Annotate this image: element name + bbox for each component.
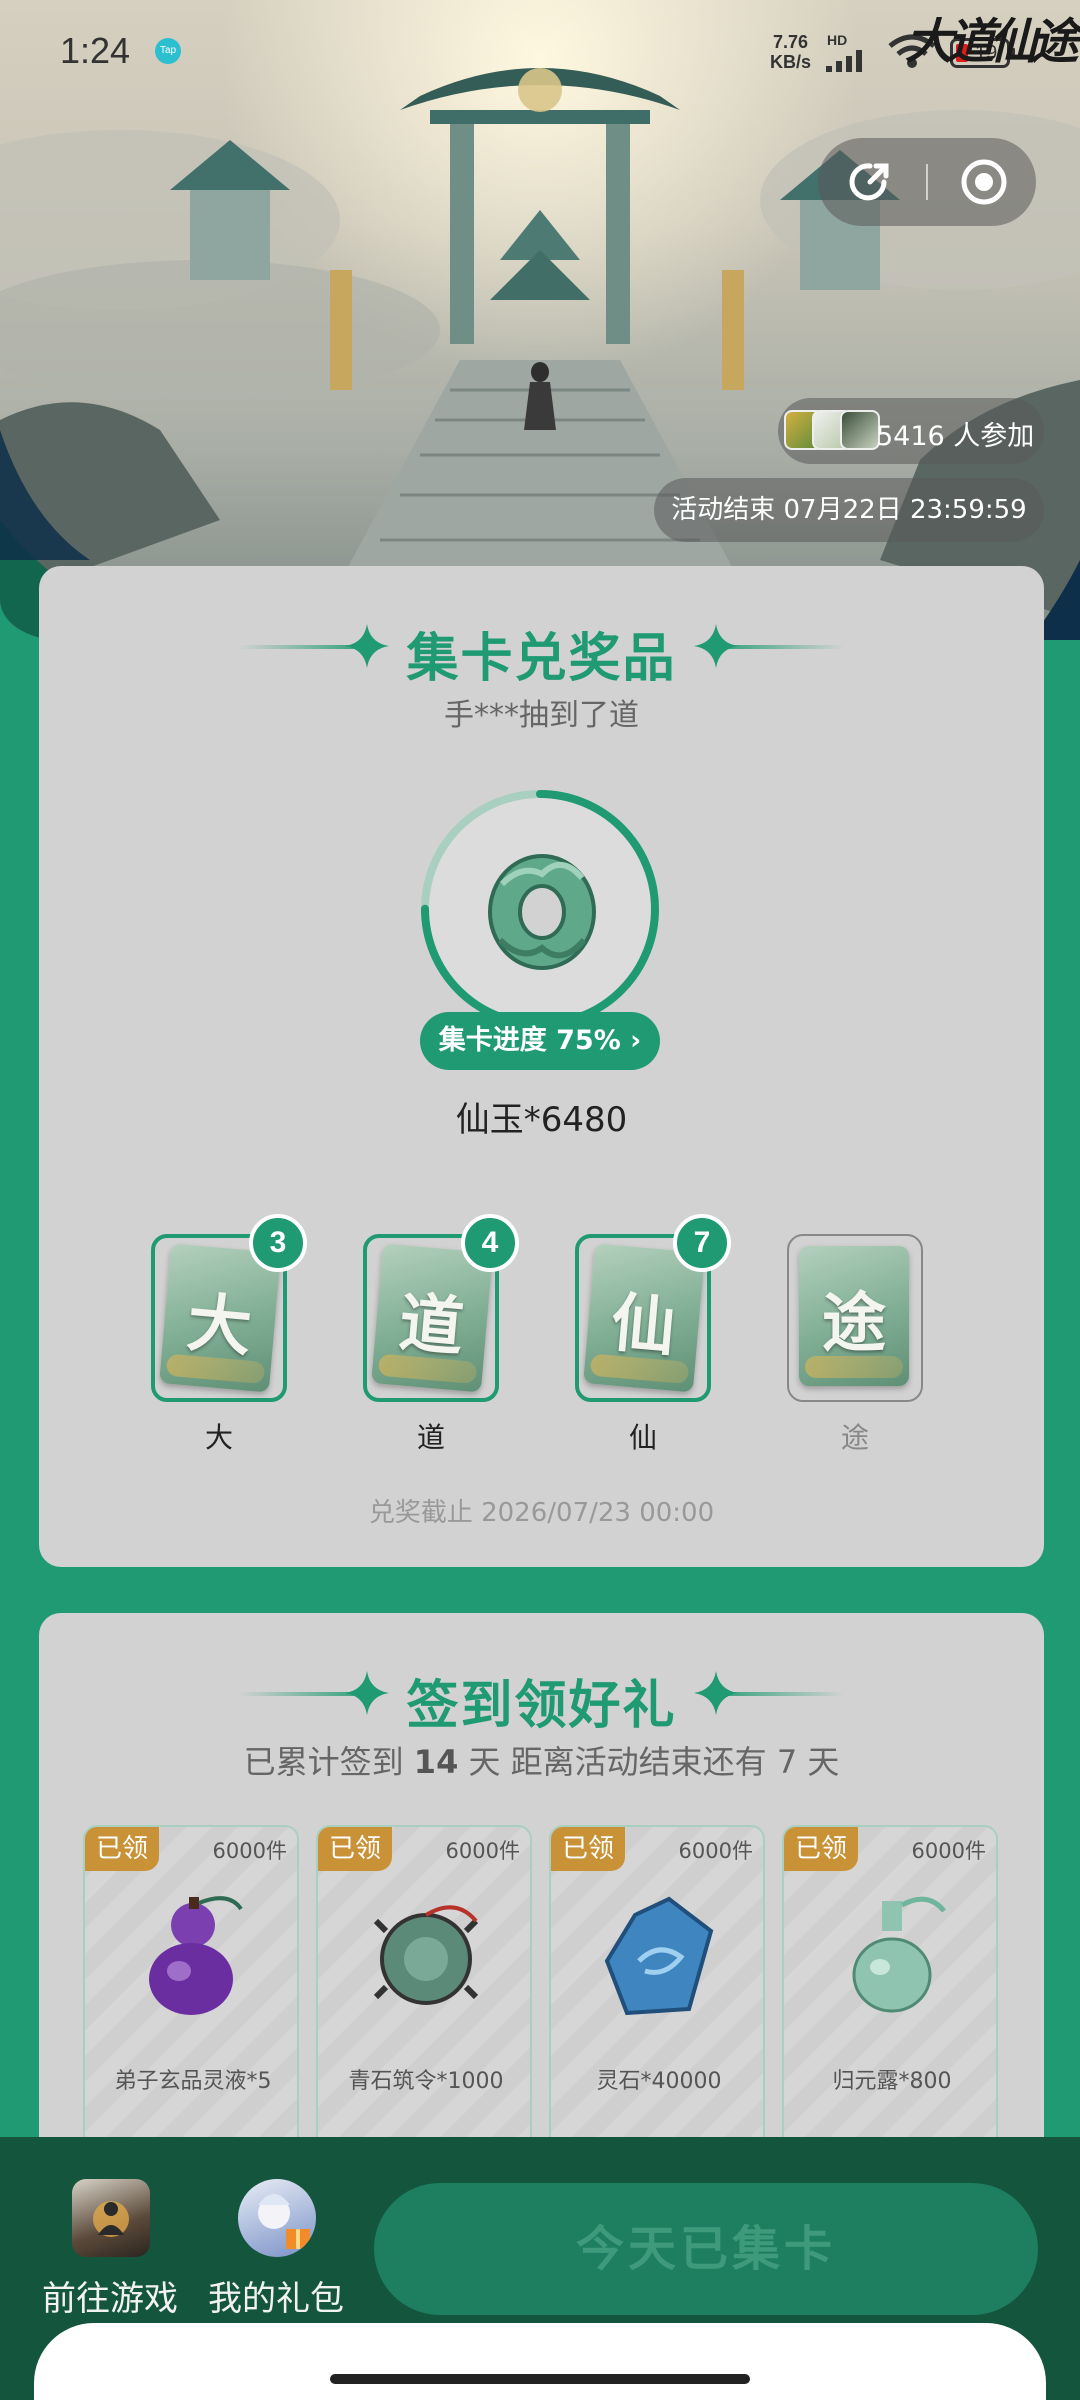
- card-count-badge: 7: [673, 1214, 731, 1272]
- word-card-xian[interactable]: 仙 7: [575, 1214, 731, 1402]
- signin-summary: 已累计签到 14 天 距离活动结束还有 7 天: [39, 1737, 1044, 1783]
- tap-app-icon: Tap: [155, 38, 181, 64]
- game-logo: 大道仙途: [905, 14, 1079, 70]
- word-card-label: 仙: [628, 1421, 657, 1454]
- gift-box-icon: [258, 2194, 310, 2249]
- go-to-game-button[interactable]: 前往游戏: [30, 2179, 190, 2329]
- claimed-tag: 已领: [784, 1827, 858, 1871]
- go-to-game-label: 前往游戏: [42, 2279, 178, 2319]
- reward-stock: 6000件: [678, 1839, 753, 1863]
- my-gift-button[interactable]: 我的礼包: [196, 2179, 356, 2329]
- avatar: [840, 410, 880, 450]
- gift-avatar-icon: [238, 2179, 316, 2257]
- word-card-label: 道: [416, 1421, 445, 1454]
- reward-tile[interactable]: 已领 6000件 弟子玄品灵液*5: [83, 1825, 299, 2165]
- card-count-badge: 4: [461, 1214, 519, 1272]
- reward-name: 归元露*800: [832, 2069, 952, 2094]
- collect-today-button[interactable]: 今天已集卡: [374, 2183, 1038, 2315]
- title-decoration-line: [704, 645, 844, 649]
- signal-icon: [826, 50, 862, 72]
- activity-end-time: 活动结束 07月22日 23:59:59: [654, 478, 1044, 542]
- purple-gourd-icon: [149, 1896, 243, 2015]
- claimed-tag: 已领: [85, 1827, 159, 1871]
- participants-pill: 5416 人参加: [778, 398, 1044, 464]
- participant-avatars: [784, 410, 888, 452]
- network-speed-value: 7.76: [772, 32, 809, 52]
- reward-tile[interactable]: 已领 6000件 归元露*800: [782, 1825, 998, 2165]
- reward-name: 青石筑令*1000: [348, 2069, 504, 2094]
- draw-ticker: 手***抽到了道: [444, 698, 639, 733]
- claimed-tag: 已领: [318, 1827, 392, 1871]
- cloud-decoration: [805, 1356, 903, 1378]
- reward-stock: 6000件: [445, 1839, 520, 1863]
- signin-summary-prefix: 已累计签到: [243, 1743, 404, 1781]
- word-card-char: 途: [822, 1286, 886, 1361]
- collect-progress-button[interactable]: 集卡进度 75% ›: [420, 1012, 660, 1070]
- network-speed-unit: KB/s: [770, 52, 812, 72]
- reward-name: 灵石*40000: [596, 2069, 722, 2094]
- word-card-dao[interactable]: 道 4: [363, 1214, 519, 1402]
- section-title-row: 集卡兑奖品: [39, 606, 1044, 689]
- section-title: 集卡兑奖品: [406, 629, 677, 689]
- word-card-art: 途: [799, 1246, 909, 1386]
- word-card-da[interactable]: 大 3: [151, 1214, 307, 1402]
- spirit-stone-icon: [604, 1896, 714, 2016]
- word-card-tu[interactable]: 途: [787, 1234, 923, 1402]
- jade-ring-icon: [488, 854, 596, 970]
- claimed-tag: 已领: [551, 1827, 625, 1871]
- meditating-figure-icon: [93, 2201, 129, 2237]
- redeem-deadline: 兑奖截止 2026/07/23 00:00: [368, 1498, 715, 1528]
- title-decoration-line: [704, 1692, 844, 1696]
- stone-token-icon: [373, 1905, 479, 2005]
- hd-icon: HD: [827, 32, 848, 48]
- prize-name: 仙玉*6480: [455, 1100, 628, 1140]
- card-signin-section: 签到领好礼 已累计签到 14 天 距离活动结束还有 7 天 已领 6000件 弟…: [39, 1613, 1044, 2213]
- reward-stock: 6000件: [212, 1839, 287, 1863]
- jade-vase-icon: [852, 1896, 946, 2013]
- card-collect-section: 集卡兑奖品 手***抽到了道 集卡进度 75% › 仙玉*6480 大 3 大 …: [39, 566, 1044, 1567]
- share-icon[interactable]: [840, 152, 900, 212]
- card-count-badge: 3: [249, 1214, 307, 1272]
- game-icon: [72, 2179, 150, 2257]
- signin-summary-suffix: 天 距离活动结束还有 7 天: [468, 1743, 840, 1781]
- home-indicator[interactable]: [330, 2374, 750, 2384]
- close-mini-program-icon[interactable]: [954, 152, 1014, 212]
- word-card-label: 途: [840, 1421, 869, 1454]
- my-gift-label: 我的礼包: [208, 2279, 344, 2319]
- hero-banner: 1:24 Tap 7.76 KB/s HD 19 大道仙途 5416 人参加 活…: [0, 0, 1080, 640]
- network-speed: 7.76 KB/s: [770, 32, 811, 72]
- section-title: 签到领好礼: [406, 1676, 677, 1736]
- reward-tile[interactable]: 已领 6000件 灵石*40000: [549, 1825, 765, 2165]
- word-card-label: 大: [204, 1421, 233, 1454]
- status-bar: 1:24 Tap 7.76 KB/s HD 19 大道仙途: [0, 0, 1080, 100]
- signin-days: 14: [413, 1743, 459, 1781]
- reward-stock: 6000件: [911, 1839, 986, 1863]
- capsule-divider: [926, 164, 928, 200]
- participants-count: 5416 人参加: [876, 421, 1035, 452]
- status-time: 1:24: [60, 30, 131, 71]
- bottom-sheet-edge: [34, 2323, 1046, 2400]
- mini-program-capsule: [818, 138, 1036, 226]
- reward-tile[interactable]: 已领 6000件 青石筑令*1000: [316, 1825, 532, 2165]
- section-title-row: 签到领好礼: [39, 1653, 1044, 1736]
- reward-name: 弟子玄品灵液*5: [114, 2069, 272, 2094]
